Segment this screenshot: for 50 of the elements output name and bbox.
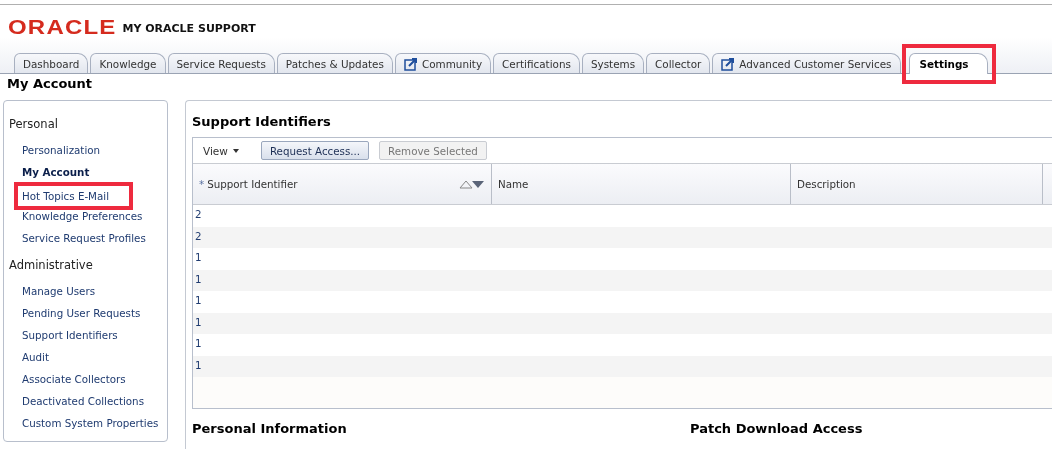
header-label: Description xyxy=(797,178,856,190)
tab[interactable]: Dashboard xyxy=(14,53,89,73)
sidebar-link[interactable]: Custom System Properties xyxy=(22,413,159,435)
tab[interactable]: Certifications xyxy=(493,53,580,73)
column-header[interactable]: Description xyxy=(791,164,1043,204)
tab[interactable]: Knowledge xyxy=(90,53,166,73)
product-name: MY ORACLE SUPPORT xyxy=(122,21,256,37)
sidebar-link[interactable]: Manage Users xyxy=(22,281,95,303)
column-header[interactable]: * Support Identifier xyxy=(193,164,492,204)
column-header[interactable]: Name xyxy=(492,164,791,204)
table-cell-text: 1 xyxy=(194,336,203,351)
external-link-icon xyxy=(721,56,736,71)
tab[interactable]: Collector xyxy=(646,53,711,73)
section-heading: Administrative xyxy=(9,258,94,272)
sidebar-link[interactable]: Support Identifiers xyxy=(22,325,118,347)
sidebar-link[interactable]: Knowledge Preferences xyxy=(22,206,143,228)
tab[interactable]: Service Requests xyxy=(167,53,275,73)
section-heading: Personal xyxy=(9,117,59,131)
tab[interactable]: Advanced Customer Services xyxy=(712,53,901,73)
sidebar-link[interactable]: Associate Collectors xyxy=(22,369,126,391)
sidebar-link[interactable]: Deactivated Collections xyxy=(22,391,144,413)
table-cell-text: 2 xyxy=(194,228,203,244)
oracle-logo: ORACLE xyxy=(8,17,117,37)
section-title: Personal Information xyxy=(192,421,348,436)
table-cell-text: 1 xyxy=(194,357,203,373)
view-menu[interactable]: View xyxy=(203,144,239,157)
tab[interactable]: Community xyxy=(394,53,492,73)
table-cell-text: 1 xyxy=(194,271,203,287)
section-title: Support Identifiers xyxy=(192,113,332,131)
caret-icon xyxy=(232,148,239,153)
table-cell-text: 1 xyxy=(194,314,203,330)
section-title: Patch Download Access xyxy=(690,421,864,436)
toolbar-button[interactable]: Request Access... xyxy=(260,141,370,160)
table-cell-text: 1 xyxy=(194,250,203,265)
table-cell-text: 1 xyxy=(194,293,203,308)
required-mark: * xyxy=(199,178,205,190)
sidebar-link[interactable]: My Account xyxy=(22,162,90,184)
table-cell-text: 2 xyxy=(194,207,203,222)
header-label: Support Identifier xyxy=(207,178,298,190)
sidebar-link[interactable]: Service Request Profiles xyxy=(22,228,146,250)
page-title: My Account xyxy=(6,75,94,93)
sidebar-link[interactable]: Audit xyxy=(22,347,49,369)
external-link-icon xyxy=(403,56,418,71)
tab[interactable]: Patches & Updates xyxy=(276,53,393,73)
sort-icon[interactable] xyxy=(459,179,485,189)
tab[interactable]: Settings xyxy=(908,53,988,74)
sidebar-link[interactable]: Personalization xyxy=(22,140,101,162)
sidebar-link[interactable]: Pending User Requests xyxy=(22,303,141,325)
tab[interactable]: Systems xyxy=(581,53,645,73)
header-label: Name xyxy=(498,178,529,190)
